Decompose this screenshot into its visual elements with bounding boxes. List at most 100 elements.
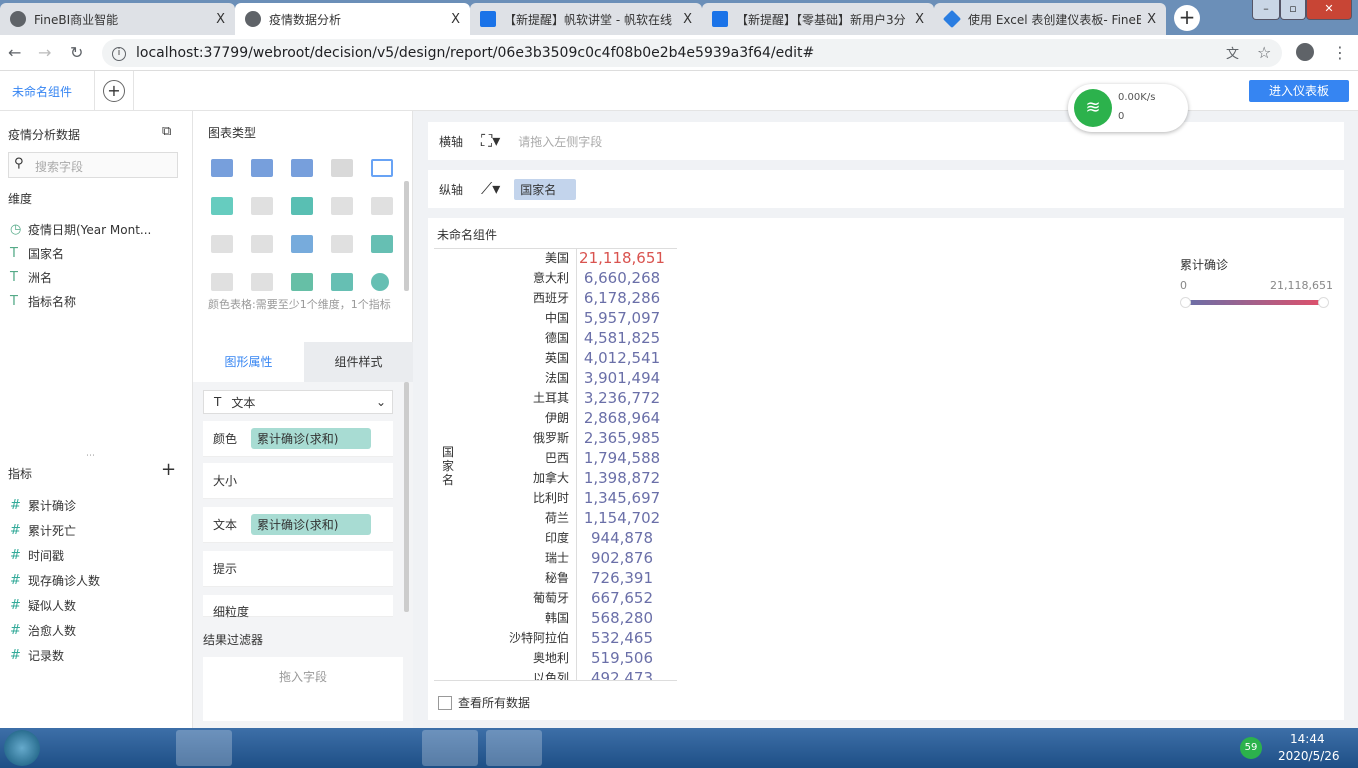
measure-item[interactable]: # 累计确诊 <box>10 497 76 514</box>
url-input[interactable]: localhost:37799/webroot/decision/v5/desi… <box>102 39 1282 67</box>
y-axis-shelf[interactable]: 纵轴 ⟋▾ 国家名 <box>428 170 1344 208</box>
scrollbar[interactable] <box>404 181 409 291</box>
chart-type-icon[interactable] <box>291 273 313 291</box>
table-row[interactable]: 加拿大 1,398,872 <box>434 468 674 488</box>
network-widget[interactable]: ≋ 0.00K/s 0 <box>1068 84 1188 132</box>
chart-type-icon[interactable] <box>291 235 313 253</box>
legend-handle-min[interactable] <box>1180 297 1191 308</box>
profile-icon[interactable] <box>1296 43 1314 61</box>
table-row[interactable]: 法国 3,901,494 <box>434 368 674 388</box>
scrollbar[interactable] <box>404 382 409 612</box>
table-row[interactable]: 瑞士 902,876 <box>434 548 674 568</box>
measure-item[interactable]: # 疑似人数 <box>10 597 76 614</box>
app-360-icon[interactable] <box>48 730 104 766</box>
chart-type-icon[interactable] <box>371 235 393 253</box>
close-tab-icon[interactable]: X <box>451 12 460 27</box>
app-green-icon[interactable] <box>238 730 294 766</box>
bookmark-star-icon[interactable]: ☆ <box>1257 43 1271 62</box>
resize-handle[interactable]: ⋯ <box>86 451 95 461</box>
axis-type-icon[interactable]: ⛶▾ <box>481 131 500 151</box>
table-row[interactable]: 中国 5,957,097 <box>434 308 674 328</box>
close-tab-icon[interactable]: X <box>216 12 225 27</box>
table-row[interactable]: 英国 4,012,541 <box>434 348 674 368</box>
chart-type-icon[interactable] <box>211 235 233 253</box>
add-measure-button[interactable]: + <box>161 459 176 480</box>
close-tab-icon[interactable]: X <box>915 12 924 27</box>
dimension-item[interactable]: T 指标名称 <box>10 293 76 310</box>
table-row[interactable]: 意大利 6,660,268 <box>434 268 674 288</box>
table-row[interactable]: 秘鲁 726,391 <box>434 568 674 588</box>
app-video-icon[interactable] <box>362 730 418 766</box>
prop-text[interactable]: 文本 累计确诊(求和) <box>203 507 393 543</box>
paint-icon[interactable] <box>548 730 604 766</box>
clock-time[interactable]: 14:44 <box>1290 732 1325 746</box>
tab-excel-dashboard[interactable]: 使用 Excel 表创建仪表板- FineBI X <box>934 3 1166 35</box>
measure-item[interactable]: # 现存确诊人数 <box>10 572 100 589</box>
dimension-item[interactable]: ◷ 疫情日期(Year Mont... <box>10 221 151 238</box>
field-search-input[interactable]: ⚲ 搜索字段 <box>8 152 178 178</box>
text-field-pill[interactable]: 累计确诊(求和) <box>251 514 372 535</box>
chart-type-icon[interactable] <box>371 273 389 291</box>
checkbox[interactable] <box>438 695 452 710</box>
prop-size[interactable]: 大小 <box>203 463 393 499</box>
maximize-button[interactable]: ▫ <box>1280 0 1306 20</box>
table-row[interactable]: 韩国 568,280 <box>434 608 674 628</box>
view-all-data[interactable]: 查看所有数据 <box>438 694 530 711</box>
table-row[interactable]: 葡萄牙 667,652 <box>434 588 674 608</box>
tab-epidemic[interactable]: 疫情数据分析 X <box>235 3 470 35</box>
chart-type-icon[interactable] <box>331 159 353 177</box>
chart-type-icon[interactable] <box>251 235 273 253</box>
table-row[interactable]: 西班牙 6,178,286 <box>434 288 674 308</box>
table-row[interactable]: 美国 21,118,651 <box>434 249 674 268</box>
chart-type-icon[interactable] <box>371 159 393 177</box>
reload-icon[interactable]: ↻ <box>70 43 83 62</box>
add-component-button[interactable]: + <box>103 80 125 102</box>
switch-dataset-icon[interactable]: ⧉ <box>162 124 171 139</box>
chrome-icon[interactable] <box>300 730 356 766</box>
new-tab-button[interactable]: + <box>1174 5 1200 31</box>
x-axis-shelf[interactable]: 横轴 ⛶▾ 请拖入左侧字段 <box>428 122 1344 160</box>
tab-component-style[interactable]: 组件样式 <box>304 342 413 382</box>
component-tab[interactable]: 未命名组件 <box>12 83 72 100</box>
axis-type-icon[interactable]: ⟋▾ <box>481 179 500 199</box>
finebi-taskbar-icon[interactable] <box>486 730 542 766</box>
back-icon[interactable]: ← <box>8 43 21 62</box>
prop-granularity[interactable]: 细粒度 <box>203 595 393 619</box>
info-icon[interactable]: i <box>112 47 126 61</box>
measure-item[interactable]: # 记录数 <box>10 647 64 664</box>
tab-new-user[interactable]: 【新提醒】【零基础】新用户3分 X <box>702 3 934 35</box>
translate-icon[interactable]: 文 <box>1226 43 1239 62</box>
chrome-active-icon[interactable] <box>422 730 478 766</box>
table-row[interactable]: 俄罗斯 2,365,985 <box>434 428 674 448</box>
table-row[interactable]: 比利时 1,345,697 <box>434 488 674 508</box>
measure-item[interactable]: # 时间戳 <box>10 547 64 564</box>
chart-type-icon[interactable] <box>211 197 233 215</box>
minimize-button[interactable]: – <box>1252 0 1280 20</box>
dimension-item[interactable]: T 国家名 <box>10 245 64 262</box>
color-field-pill[interactable]: 累计确诊(求和) <box>251 428 372 449</box>
chart-type-icon[interactable] <box>251 197 273 215</box>
tab-finebi[interactable]: FineBI商业智能 X <box>0 3 235 35</box>
chart-type-icon[interactable] <box>331 197 353 215</box>
y-field-pill[interactable]: 国家名 <box>514 178 577 200</box>
close-tab-icon[interactable]: X <box>683 12 692 27</box>
dimension-item[interactable]: T 洲名 <box>10 269 52 286</box>
tray-badge[interactable]: 59 <box>1240 737 1262 759</box>
legend-handle-max[interactable] <box>1318 297 1329 308</box>
clock-date[interactable]: 2020/5/26 <box>1278 749 1340 763</box>
close-window-button[interactable]: ✕ <box>1306 0 1352 20</box>
measure-item[interactable]: # 治愈人数 <box>10 622 76 639</box>
table-row[interactable]: 土耳其 3,236,772 <box>434 388 674 408</box>
chart-type-icon[interactable] <box>251 273 273 291</box>
prop-tooltip[interactable]: 提示 <box>203 551 393 587</box>
table-row[interactable]: 德国 4,581,825 <box>434 328 674 348</box>
mark-type-select[interactable]: T 文本 ⌄ <box>203 390 393 414</box>
ie-icon[interactable] <box>114 730 170 766</box>
prop-color[interactable]: 颜色 累计确诊(求和) <box>203 421 393 457</box>
table-row[interactable]: 沙特阿拉伯 532,465 <box>434 628 674 648</box>
menu-icon[interactable]: ⋮ <box>1332 43 1348 62</box>
chart-type-icon[interactable] <box>331 235 353 253</box>
filter-drop-zone[interactable]: 拖入字段 <box>203 657 403 721</box>
tab-shape-properties[interactable]: 图形属性 <box>193 342 304 382</box>
tab-fanruan-class[interactable]: 【新提醒】帆软讲堂 - 帆软在线 X <box>470 3 702 35</box>
